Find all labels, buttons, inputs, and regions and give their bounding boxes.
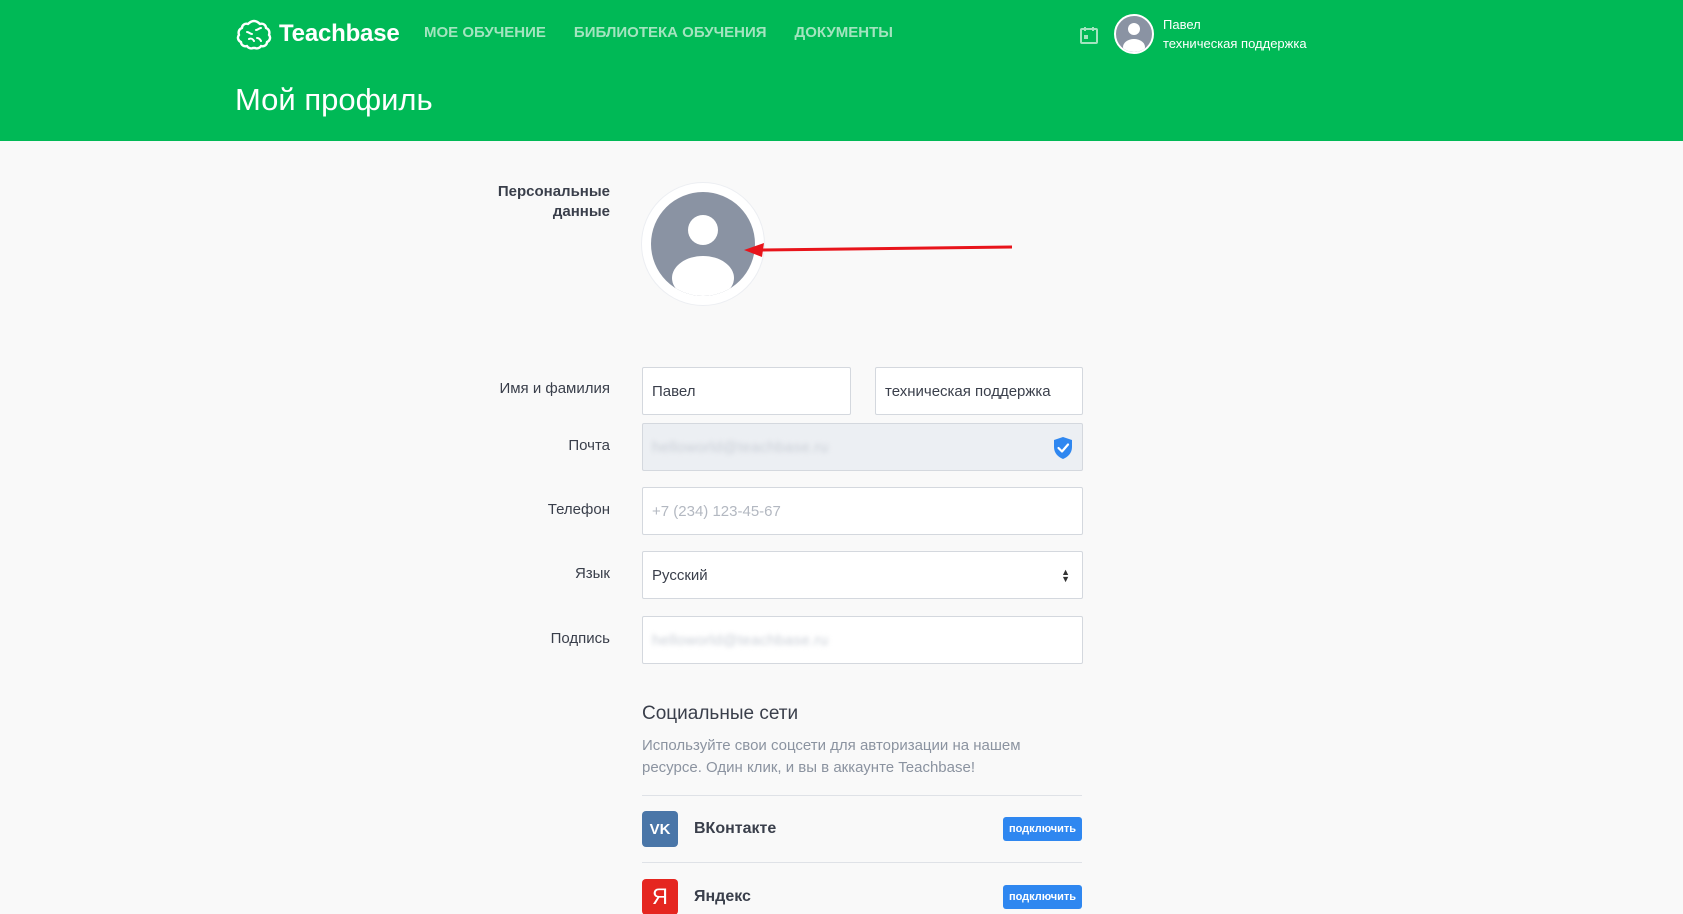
select-caret-icon: ▲ ▼: [1061, 567, 1070, 584]
language-label: Язык: [574, 565, 610, 582]
divider: [642, 795, 1082, 796]
header-bar: Teachbase МОЕ ОБУЧЕНИЕ БИБЛИОТЕКА ОБУЧЕН…: [0, 0, 1683, 141]
signature-label: Подпись: [550, 630, 610, 647]
personal-data-label: Персональные данные: [497, 183, 610, 220]
yandex-icon: Я: [642, 879, 678, 914]
social-name-yandex: Яндекс: [694, 888, 751, 905]
last-name-field[interactable]: техническая поддержка: [875, 367, 1083, 415]
nav-documents[interactable]: ДОКУМЕНТЫ: [795, 24, 893, 41]
email-value: helloworld@teachbase.ru: [652, 438, 829, 456]
name-label: Имя и фамилия: [499, 380, 610, 397]
vk-icon: VK: [642, 811, 678, 847]
brand-name: Teachbase: [279, 20, 400, 47]
language-select[interactable]: Русский ▲ ▼: [642, 551, 1083, 599]
red-arrow-annotation: [744, 243, 1013, 257]
page-title: Мой профиль: [235, 82, 433, 117]
signature-field[interactable]: helloworld@teachbase.ru: [642, 616, 1083, 664]
language-value: Русский: [652, 566, 708, 584]
user-menu[interactable]: Павел техническая поддержка: [1163, 15, 1307, 53]
email-field: helloworld@teachbase.ru: [642, 423, 1083, 471]
connect-yandex-button[interactable]: подключить: [1003, 885, 1082, 909]
user-silhouette-icon: [1123, 23, 1145, 52]
user-avatar[interactable]: [1114, 14, 1154, 54]
brain-logo-icon: [236, 19, 272, 50]
main-nav: МОЕ ОБУЧЕНИЕ БИБЛИОТЕКА ОБУЧЕНИЯ ДОКУМЕН…: [424, 24, 893, 41]
phone-placeholder: +7 (234) 123-45-67: [652, 502, 781, 520]
phone-label: Телефон: [547, 501, 610, 518]
connect-vk-button[interactable]: подключить: [1003, 817, 1082, 841]
social-title: Социальные сети: [642, 703, 799, 724]
verified-shield-icon: [1054, 437, 1072, 459]
email-label: Почта: [568, 437, 610, 454]
nav-my-learning[interactable]: МОЕ ОБУЧЕНИЕ: [424, 24, 546, 41]
divider: [642, 862, 1082, 863]
social-description: Используйте свои соцсети для авторизации…: [642, 737, 1021, 776]
nav-learning-library[interactable]: БИБЛИОТЕКА ОБУЧЕНИЯ: [574, 24, 767, 41]
signature-value: helloworld@teachbase.ru: [652, 631, 829, 649]
user-first-name: Павел: [1163, 17, 1201, 32]
first-name-field[interactable]: Павел: [642, 367, 851, 415]
calendar-icon[interactable]: [1079, 25, 1099, 45]
user-last-name: техническая поддержка: [1163, 36, 1307, 51]
phone-field[interactable]: +7 (234) 123-45-67: [642, 487, 1083, 535]
social-name-vk: ВКонтакте: [694, 820, 777, 837]
brand-logo[interactable]: Teachbase: [235, 18, 400, 50]
